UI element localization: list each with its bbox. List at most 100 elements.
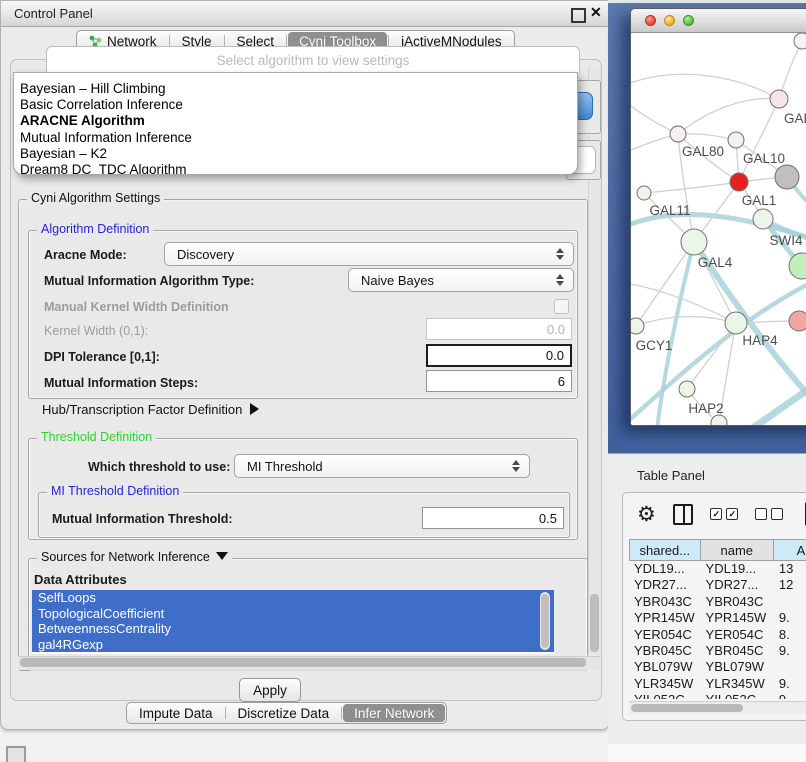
network-edge[interactable] xyxy=(657,242,694,425)
network-edge[interactable] xyxy=(636,317,736,326)
mi-steps-field[interactable]: 6 xyxy=(426,370,572,392)
algorithm-option[interactable]: ARACNE Algorithm xyxy=(14,113,577,129)
column-header-a[interactable]: A xyxy=(774,539,806,561)
zoom-traffic-light-icon[interactable] xyxy=(683,15,694,26)
select-all-checkboxes-icon[interactable]: ✓✓ xyxy=(710,508,738,520)
algorithm-option[interactable]: Dream8 DC_TDC Algorithm xyxy=(14,162,577,175)
table-cell: YIL052C xyxy=(701,692,774,699)
table-row[interactable]: YBR045CYBR045C9. xyxy=(629,643,806,659)
attribute-item[interactable]: SelfLoops xyxy=(32,590,554,606)
network-edge[interactable] xyxy=(739,99,779,182)
node-label: GAL10 xyxy=(743,151,785,166)
network-edge[interactable] xyxy=(678,134,736,140)
network-node[interactable] xyxy=(794,33,806,49)
network-node[interactable] xyxy=(730,173,748,191)
float-window-icon[interactable] xyxy=(571,8,586,23)
control-panel-titlebar: Control Panel ✕ xyxy=(1,1,609,27)
column-browser-icon[interactable] xyxy=(673,504,694,525)
table-cell: YPR145W xyxy=(629,610,701,626)
horizontal-scrollbar-thumb[interactable] xyxy=(20,658,586,667)
network-node[interactable] xyxy=(728,132,744,148)
network-node[interactable] xyxy=(711,415,727,425)
table-row[interactable]: YIL052CYIL052C9 xyxy=(629,692,806,699)
vertical-scrollbar-thumb[interactable] xyxy=(590,594,599,652)
attributes-scrollbar-thumb[interactable] xyxy=(541,594,549,648)
tab-infer-network[interactable]: Infer Network xyxy=(343,704,445,722)
kernel-width-label: Kernel Width (0,1): xyxy=(44,324,148,338)
column-header-shared[interactable]: shared... xyxy=(629,539,701,561)
network-edge[interactable] xyxy=(678,98,779,134)
network-edge[interactable] xyxy=(631,101,678,134)
gear-icon[interactable]: ⚙ xyxy=(637,502,656,527)
table-hscrollbar-track[interactable] xyxy=(629,701,806,714)
network-node[interactable] xyxy=(631,318,644,334)
network-edge[interactable] xyxy=(644,182,739,193)
network-edge[interactable] xyxy=(687,323,736,389)
table-cell: YBR045C xyxy=(629,643,701,659)
attribute-item[interactable]: BetweennessCentrality xyxy=(32,621,554,637)
network-node[interactable] xyxy=(681,229,707,255)
table-row[interactable]: YBR043CYBR043C xyxy=(629,594,806,610)
mi-threshold-field[interactable]: 0.5 xyxy=(422,507,564,529)
close-icon[interactable]: ✕ xyxy=(590,4,602,21)
network-node[interactable] xyxy=(725,312,747,334)
network-node[interactable] xyxy=(753,209,773,229)
hub-definition-toggle[interactable]: Hub/Transcription Factor Definition xyxy=(42,402,259,417)
threshold-definition-label: Threshold Definition xyxy=(37,430,156,444)
network-node[interactable] xyxy=(789,311,806,331)
which-threshold-combobox[interactable]: MI Threshold xyxy=(234,454,530,478)
node-label: HAP4 xyxy=(742,333,778,348)
network-node[interactable] xyxy=(670,126,686,142)
table-row[interactable]: YLR345WYLR345W9. xyxy=(629,676,806,692)
mi-algorithm-type-value: Naive Bayes xyxy=(361,273,434,288)
algorithm-definition-label: Algorithm Definition xyxy=(37,222,153,236)
tab-discretize-data[interactable]: Discretize Data xyxy=(227,704,341,722)
dpi-tolerance-field[interactable]: 0.0 xyxy=(426,344,572,367)
table-body: YDL19...YDL19...13YDR27...YDR27...12YBR0… xyxy=(629,561,806,699)
column-header-name[interactable]: name xyxy=(701,539,774,561)
table-cell: 9. xyxy=(774,676,806,692)
node-label: GAL80 xyxy=(682,144,724,159)
table-row[interactable]: YER054CYER054C8. xyxy=(629,627,806,643)
network-node[interactable] xyxy=(775,165,799,189)
table-row[interactable]: YDR27...YDR27...12 xyxy=(629,577,806,593)
table-row[interactable]: YDL19...YDL19...13 xyxy=(629,561,806,577)
algorithm-option[interactable]: Basic Correlation Inference xyxy=(14,97,577,113)
kernel-width-field: 0.0 xyxy=(426,318,572,340)
docked-panel-icon[interactable] xyxy=(6,746,26,762)
sources-label[interactable]: Sources for Network Inference xyxy=(37,550,232,564)
algorithm-combobox[interactable]: Select algorithm to view settings xyxy=(46,46,580,73)
tab-impute-data[interactable]: Impute Data xyxy=(128,704,224,722)
network-node[interactable] xyxy=(679,381,695,397)
table-cell xyxy=(774,659,806,675)
table-cell: 12 xyxy=(774,577,806,593)
mi-algorithm-type-combobox[interactable]: Naive Bayes xyxy=(348,268,574,292)
network-edge[interactable] xyxy=(631,74,779,99)
apply-button[interactable]: Apply xyxy=(239,678,301,702)
network-canvas[interactable]: GALGAL80GAL10GAL1GAL11SWI4GAL4GCY1HAP4YH… xyxy=(631,33,806,425)
algorithm-option[interactable]: Mutual Information Inference xyxy=(14,130,577,146)
network-view-window: GALGAL80GAL10GAL1GAL11SWI4GAL4GCY1HAP4YH… xyxy=(630,8,806,426)
data-attributes-list[interactable]: SelfLoopsTopologicalCoefficientBetweenne… xyxy=(32,590,554,654)
close-traffic-light-icon[interactable] xyxy=(645,15,656,26)
network-window-titlebar[interactable] xyxy=(631,9,806,33)
tab-label: Impute Data xyxy=(139,706,213,721)
aracne-mode-combobox[interactable]: Discovery xyxy=(164,242,574,266)
network-node[interactable] xyxy=(637,186,651,200)
algorithm-option[interactable]: Bayesian – K2 xyxy=(14,146,577,162)
data-attributes-label: Data Attributes xyxy=(34,572,127,587)
table-row[interactable]: YBL079WYBL079W xyxy=(629,659,806,675)
table-row[interactable]: YPR145WYPR145W9. xyxy=(629,610,806,626)
aracne-mode-value: Discovery xyxy=(177,247,234,262)
table-hscrollbar-thumb[interactable] xyxy=(631,704,743,712)
minimize-traffic-light-icon[interactable] xyxy=(664,15,675,26)
network-node[interactable] xyxy=(770,90,788,108)
attribute-item[interactable]: TopologicalCoefficient xyxy=(32,606,554,622)
table-cell: YBR043C xyxy=(701,594,774,610)
table-cell: YER054C xyxy=(701,627,774,643)
algorithm-option[interactable]: Bayesian – Hill Climbing xyxy=(14,81,577,97)
table-cell: 9 xyxy=(774,692,806,699)
deselect-all-checkboxes-icon[interactable] xyxy=(755,508,783,520)
attribute-item[interactable]: gal4RGexp xyxy=(32,637,554,653)
mi-steps-value: 6 xyxy=(558,374,565,389)
